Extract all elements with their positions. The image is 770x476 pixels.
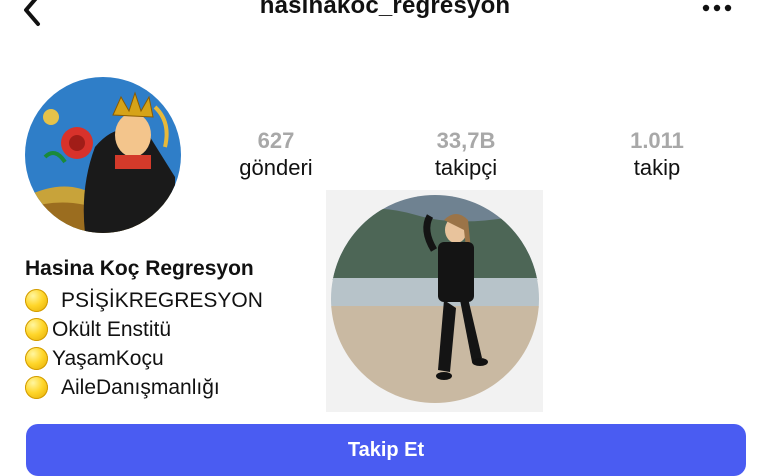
posts-label: gönderi — [239, 155, 313, 180]
more-options-button[interactable] — [696, 0, 740, 26]
bio-line-text: Okült Enstitü — [52, 318, 172, 341]
posts-value: 627 — [257, 128, 295, 153]
top-bar: hasinakoc_regresyon — [0, 0, 770, 30]
followers-value: 33,7B — [436, 128, 496, 153]
following-label: takip — [633, 155, 681, 180]
yellow-circle-icon — [25, 376, 48, 399]
beach-photo-overlay — [326, 190, 543, 412]
profile-username: hasinakoc_regresyon — [259, 0, 511, 19]
following-value: 1.011 — [630, 128, 684, 153]
bio-line: PSİŞİKREGRESYON — [25, 286, 345, 315]
followers-label: takipçi — [434, 155, 498, 180]
profile-bio: Hasina Koç Regresyon PSİŞİKREGRESYON Okü… — [25, 256, 345, 402]
following-count[interactable]: 1.011 takip — [582, 128, 732, 182]
follow-button[interactable]: Takip Et — [26, 424, 746, 476]
followers-count[interactable]: 33,7B takipçi — [391, 128, 541, 182]
more-horizontal-icon — [696, 4, 740, 30]
bio-line-text: PSİŞİKREGRESYON — [61, 289, 263, 312]
bio-line-text: AileDanışmanlığı — [61, 376, 220, 399]
bio-line: AileDanışmanlığı — [25, 373, 345, 402]
posts-count[interactable]: 627 gönderi — [201, 128, 351, 182]
yellow-circle-icon — [25, 318, 48, 341]
bio-line-text: YaşamKoçu — [52, 347, 164, 370]
yellow-circle-icon — [25, 347, 48, 370]
bio-line: YaşamKoçu — [25, 344, 345, 373]
yellow-circle-icon — [25, 289, 48, 312]
profile-avatar[interactable] — [25, 77, 181, 233]
profile-display-name: Hasina Koç Regresyon — [25, 257, 254, 280]
bio-line: Okült Enstitü — [25, 315, 345, 344]
